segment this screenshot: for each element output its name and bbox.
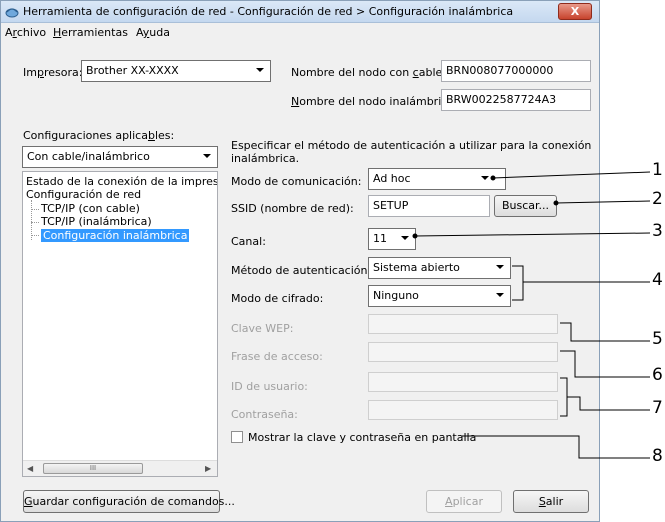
callout-number-4: 4 [652, 270, 663, 290]
callout-number-8: 8 [652, 446, 663, 466]
callout-number-6: 6 [652, 365, 663, 385]
callout-number-7: 7 [652, 398, 663, 418]
callout-number-3: 3 [652, 221, 663, 241]
callout-number-5: 5 [652, 329, 663, 349]
callout-number-2: 2 [652, 189, 663, 209]
callout-lines [412, 171, 651, 459]
callout-number-1: 1 [652, 160, 663, 180]
